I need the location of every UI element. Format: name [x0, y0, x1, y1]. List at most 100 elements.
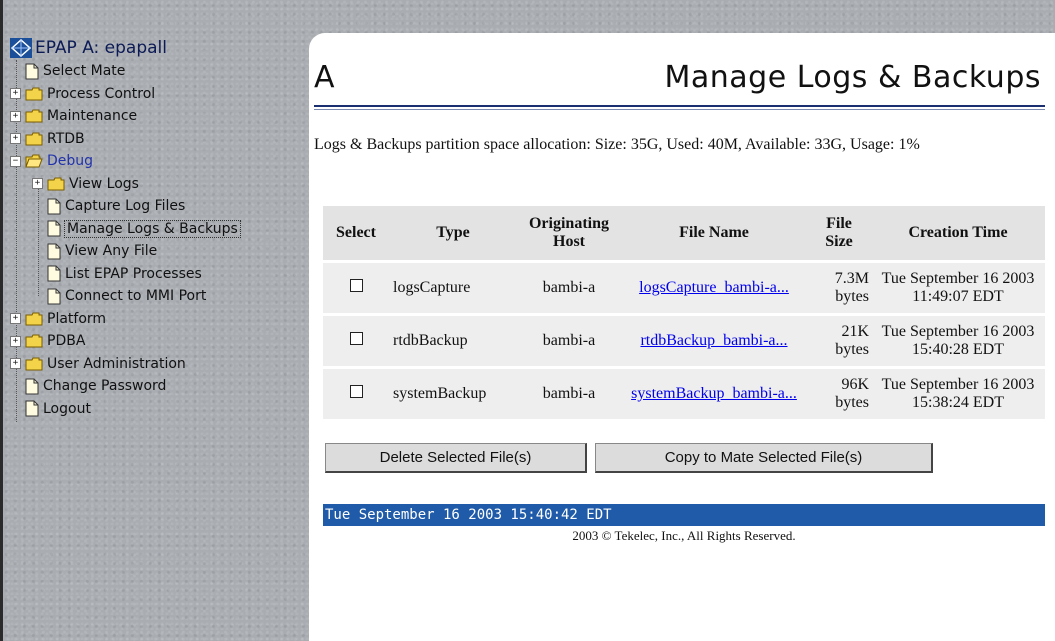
sidebar-item-platform[interactable]: + Platform: [10, 308, 300, 331]
expand-icon[interactable]: +: [10, 110, 21, 122]
document-icon: [25, 63, 39, 80]
created-cell: Tue September 16 2003 11:49:07 EDT: [871, 263, 1045, 313]
table-row: systemBackup bambi-a systemBackup_bambi-…: [323, 369, 1045, 419]
sidebar-item-label: Platform: [47, 310, 107, 327]
sidebar-item-capture-log-files[interactable]: Capture Log Files: [10, 195, 300, 218]
folder-icon: [25, 109, 43, 123]
expand-icon[interactable]: +: [10, 358, 21, 370]
size-cell: 21K bytes: [807, 316, 871, 366]
title-divider: [314, 105, 1045, 107]
sidebar-item-view-logs[interactable]: + View Logs: [10, 173, 300, 196]
sidebar-item-maintenance[interactable]: + Maintenance: [10, 105, 300, 128]
type-cell: systemBackup: [389, 369, 517, 419]
folder-icon: [47, 177, 65, 191]
document-icon: [47, 220, 61, 237]
document-icon: [25, 400, 39, 417]
created-cell: Tue September 16 2003 15:38:24 EDT: [871, 369, 1045, 419]
created-cell: Tue September 16 2003 15:40:28 EDT: [871, 316, 1045, 366]
table-row: rtdbBackup bambi-a rtdbBackup_bambi-a...…: [323, 316, 1045, 366]
header-type: Type: [389, 206, 517, 260]
sidebar-item-label: User Administration: [47, 355, 186, 372]
sidebar-item-list-epap-processes[interactable]: List EPAP Processes: [10, 263, 300, 286]
document-icon: [25, 378, 39, 395]
type-cell: logsCapture: [389, 263, 517, 313]
select-cell: [323, 316, 389, 366]
header-originating-host: Originating Host: [517, 206, 621, 260]
sidebar-item-view-any-file[interactable]: View Any File: [10, 240, 300, 263]
tree-root-label: EPAP A: epapall: [35, 38, 167, 58]
sidebar-item-label: View Any File: [65, 243, 158, 260]
checkbox-icon[interactable]: [349, 279, 363, 292]
checkbox-icon[interactable]: [349, 385, 363, 398]
sidebar-item-label: RTDB: [47, 130, 85, 147]
sidebar-item-manage-logs-backups[interactable]: Manage Logs & Backups: [10, 218, 300, 241]
delete-selected-button[interactable]: Delete Selected File(s): [325, 443, 587, 473]
expand-icon[interactable]: +: [10, 313, 21, 325]
sidebar-item-label: Process Control: [47, 85, 156, 102]
sidebar-item-change-password[interactable]: Change Password: [10, 375, 300, 398]
sidebar-item-user-administration[interactable]: + User Administration: [10, 353, 300, 376]
tree-root[interactable]: EPAP A: epapall: [10, 36, 300, 60]
host-cell: bambi-a: [517, 316, 621, 366]
copyright-notice: 2003 © Tekelec, Inc., All Rights Reserve…: [572, 528, 796, 543]
document-icon: [47, 265, 61, 282]
collapse-icon[interactable]: −: [10, 155, 21, 167]
copy-to-mate-button[interactable]: Copy to Mate Selected File(s): [595, 443, 933, 473]
host-cell: bambi-a: [517, 369, 621, 419]
sidebar-item-process-control[interactable]: + Process Control: [10, 83, 300, 106]
server-letter: A: [314, 60, 335, 95]
table-header-row: Select Type Originating Host File Name F…: [323, 206, 1045, 260]
folder-icon: [25, 334, 43, 348]
checkbox-icon[interactable]: [349, 332, 363, 345]
expand-icon[interactable]: +: [10, 335, 21, 347]
navigation-tree: EPAP A: epapall Select Mate + Process Co…: [10, 36, 300, 422]
window-left-border: [0, 0, 3, 641]
table-row: logsCapture bambi-a logsCapture_bambi-a.…: [323, 263, 1045, 313]
sidebar-item-logout[interactable]: Logout: [10, 398, 300, 421]
expand-icon[interactable]: +: [32, 178, 43, 190]
sidebar-item-label: Capture Log Files: [65, 198, 186, 215]
folder-open-icon: [25, 154, 43, 168]
expand-icon[interactable]: +: [10, 88, 21, 100]
sidebar-item-label: PDBA: [47, 333, 86, 350]
select-cell: [323, 369, 389, 419]
document-icon: [47, 243, 61, 260]
sidebar-item-label: Select Mate: [43, 63, 126, 80]
folder-icon: [25, 357, 43, 371]
sidebar-item-label: Change Password: [43, 378, 167, 395]
files-table: Select Type Originating Host File Name F…: [323, 203, 1045, 422]
file-link[interactable]: logsCapture_bambi-a...: [639, 279, 789, 296]
sidebar-item-label: Connect to MMI Port: [65, 288, 207, 305]
main-panel: A Manage Logs & Backups Logs & Backups p…: [309, 33, 1055, 641]
host-cell: bambi-a: [517, 263, 621, 313]
sidebar-item-label: Manage Logs & Backups: [64, 219, 241, 238]
expand-icon[interactable]: +: [10, 133, 21, 145]
sidebar-item-label: View Logs: [69, 175, 139, 192]
sidebar-item-pdba[interactable]: + PDBA: [10, 330, 300, 353]
header-select: Select: [323, 206, 389, 260]
folder-icon: [25, 312, 43, 326]
sidebar-item-label: Maintenance: [47, 108, 138, 125]
document-icon: [47, 288, 61, 305]
select-cell: [323, 263, 389, 313]
sidebar-item-select-mate[interactable]: Select Mate: [10, 60, 300, 83]
file-name-cell: systemBackup_bambi-a...: [621, 369, 807, 419]
partition-info-text: Logs & Backups partition space allocatio…: [314, 136, 920, 153]
file-link[interactable]: rtdbBackup_bambi-a...: [640, 332, 787, 349]
size-cell: 7.3M bytes: [807, 263, 871, 313]
sidebar-item-label: Debug: [47, 153, 94, 170]
sidebar-item-label: Logout: [43, 400, 91, 417]
sidebar-item-connect-mmi-port[interactable]: Connect to MMI Port: [10, 285, 300, 308]
sidebar-item-rtdb[interactable]: + RTDB: [10, 128, 300, 151]
file-name-cell: logsCapture_bambi-a...: [621, 263, 807, 313]
folder-icon: [25, 132, 43, 146]
file-link[interactable]: systemBackup_bambi-a...: [631, 385, 797, 402]
sidebar-item-debug[interactable]: − Debug: [10, 150, 300, 173]
status-time-bar: Tue September 16 2003 15:40:42 EDT: [323, 504, 1045, 526]
header-file-name: File Name: [621, 206, 807, 260]
header-creation-time: Creation Time: [871, 206, 1045, 260]
document-icon: [47, 198, 61, 215]
title-divider-secondary: [314, 109, 1045, 110]
app-logo-icon: [10, 38, 32, 58]
folder-icon: [25, 87, 43, 101]
